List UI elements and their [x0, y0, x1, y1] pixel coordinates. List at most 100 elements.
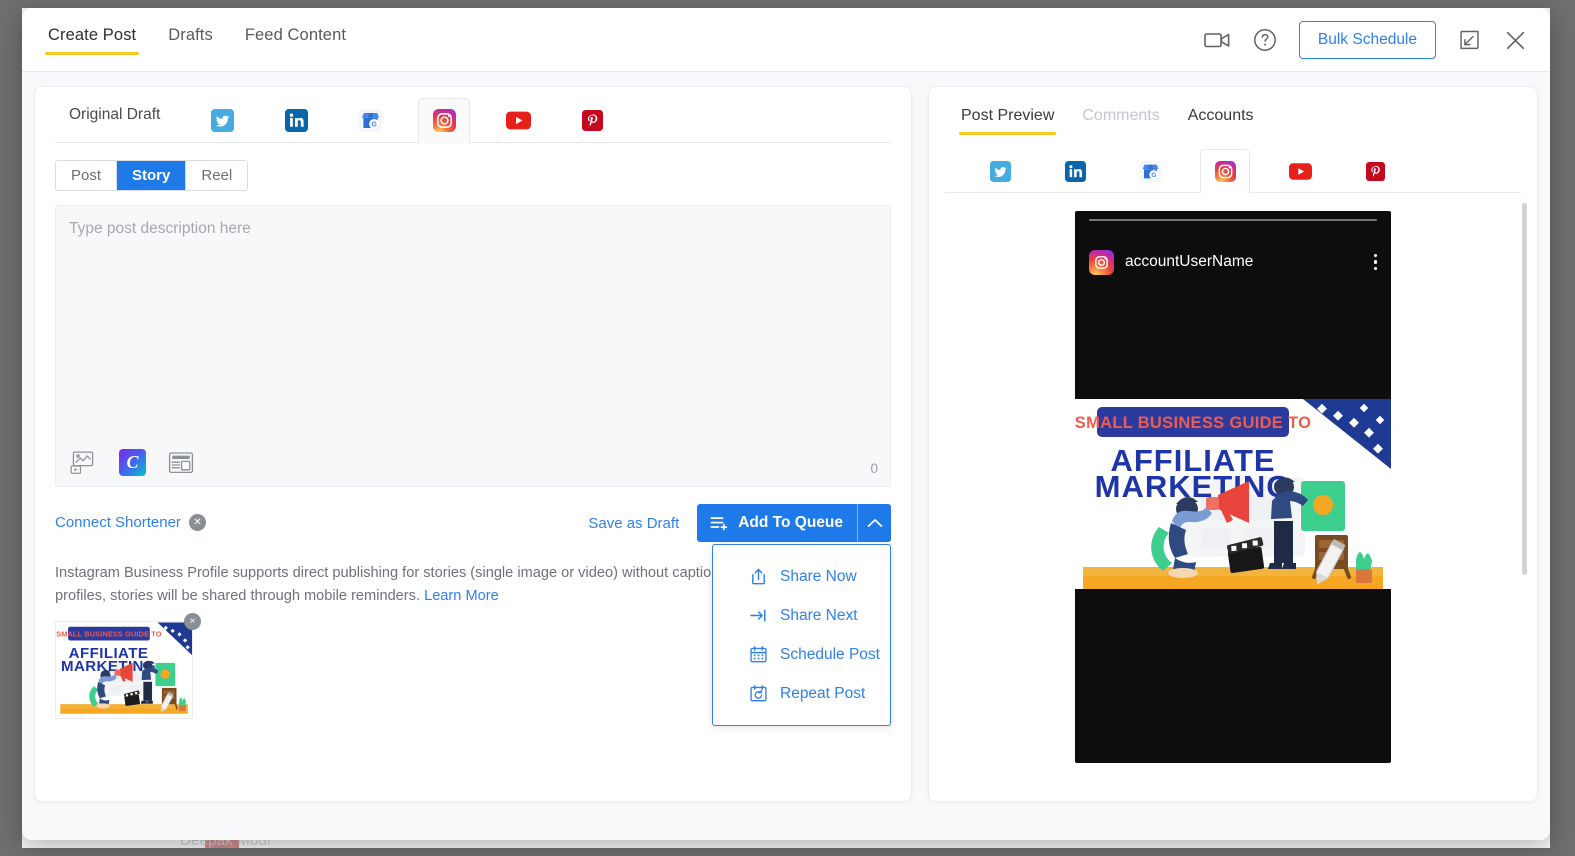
- tab-create-post[interactable]: Create Post: [32, 26, 152, 55]
- artwork-preview: SMALL BUSINESS GUIDE TO AFFILIATE MARKET…: [1075, 399, 1391, 589]
- calendar-repeat-icon: [749, 684, 768, 703]
- preview-profile-linkedin[interactable]: [1050, 149, 1100, 193]
- backdrop-bottom: [0, 848, 1575, 856]
- instagram-icon: [1089, 250, 1114, 275]
- linkedin-icon: [1065, 161, 1086, 182]
- story-account-username: accountUserName: [1125, 253, 1253, 271]
- connect-shortener-close-icon[interactable]: ✕: [189, 514, 206, 531]
- dropdown-item-schedule-post-label: Schedule Post: [780, 646, 880, 664]
- tab-accounts-label: Accounts: [1188, 107, 1254, 124]
- preview-profile-twitter[interactable]: [975, 149, 1025, 193]
- composer-profile-bar: Original Draft: [55, 87, 891, 143]
- dropdown-item-share-next-label: Share Next: [780, 607, 858, 625]
- bulk-schedule-button[interactable]: Bulk Schedule: [1299, 21, 1436, 59]
- tab-create-post-label: Create Post: [48, 26, 136, 44]
- youtube-icon: [1289, 163, 1312, 180]
- preview-profile-youtube[interactable]: [1275, 149, 1325, 193]
- story-bottom-spacer: [1075, 589, 1391, 763]
- composer-action-row: Connect Shortener ✕ Save as Draft Add To …: [55, 504, 891, 542]
- add-to-queue-button[interactable]: Add To Queue: [697, 504, 891, 542]
- twitter-icon: [990, 161, 1011, 182]
- queue-add-icon: [710, 515, 729, 532]
- learn-more-link[interactable]: Learn More: [424, 588, 499, 604]
- save-as-draft-button[interactable]: Save as Draft: [588, 515, 679, 532]
- dropdown-item-share-now[interactable]: Share Now: [713, 557, 890, 596]
- header-actions: Bulk Schedule: [1204, 8, 1528, 72]
- tab-feed-content[interactable]: Feed Content: [229, 26, 362, 55]
- youtube-icon: [506, 111, 531, 130]
- attachment-thumbnail[interactable]: SMALL BUSINESS GUIDE TO AFFILIATE MARKET…: [55, 621, 193, 719]
- note-line-1: Instagram Business Profile supports dire…: [55, 565, 809, 581]
- profile-tab-google-business[interactable]: G: [344, 98, 396, 144]
- google-business-icon: G: [359, 109, 382, 132]
- minimize-icon[interactable]: [1458, 29, 1481, 52]
- svg-text:SMALL BUSINESS GUIDE TO: SMALL BUSINESS GUIDE TO: [56, 630, 162, 639]
- story-preview-area: accountUserName: [929, 193, 1537, 765]
- media-upload-icon[interactable]: [70, 450, 97, 475]
- attachment-remove-icon[interactable]: ×: [184, 613, 201, 630]
- header-tabs: Create Post Drafts Feed Content: [32, 26, 362, 55]
- post-description-input[interactable]: Type post description here C: [55, 205, 891, 487]
- canva-icon[interactable]: C: [119, 449, 146, 476]
- dropdown-item-share-now-label: Share Now: [780, 568, 857, 586]
- preview-profile-pinterest[interactable]: [1350, 149, 1400, 193]
- profile-tab-linkedin[interactable]: [270, 98, 322, 144]
- dropdown-item-share-next[interactable]: Share Next: [713, 596, 890, 635]
- post-type-post[interactable]: Post: [56, 161, 117, 190]
- artwork-thumbnail: SMALL BUSINESS GUIDE TO AFFILIATE MARKET…: [56, 622, 192, 718]
- share-up-icon: [749, 567, 768, 586]
- story-progress-bar: [1089, 219, 1377, 221]
- preview-tabs: Post Preview Comments Accounts: [929, 87, 1537, 141]
- svg-text:G: G: [371, 122, 376, 129]
- video-camera-icon[interactable]: [1204, 30, 1231, 50]
- add-to-queue-label: Add To Queue: [738, 514, 843, 532]
- character-counter: 0: [870, 461, 878, 476]
- preview-profile-instagram[interactable]: [1200, 149, 1250, 193]
- dropdown-item-repeat-post[interactable]: Repeat Post: [713, 674, 890, 713]
- story-media: SMALL BUSINESS GUIDE TO AFFILIATE MARKET…: [1075, 399, 1391, 589]
- backdrop-top: [0, 0, 1575, 8]
- post-type-story[interactable]: Story: [117, 161, 186, 190]
- svg-text:G: G: [1151, 172, 1156, 179]
- profile-tab-twitter[interactable]: [196, 98, 248, 144]
- story-more-options-icon[interactable]: [1374, 254, 1378, 271]
- post-type-toggle: Post Story Reel: [55, 160, 248, 191]
- preview-scrollbar-thumb[interactable]: [1522, 203, 1527, 575]
- pinterest-icon: [582, 110, 603, 131]
- profile-tab-youtube[interactable]: [492, 98, 544, 144]
- close-icon[interactable]: [1503, 28, 1528, 53]
- create-post-modal: Create Post Drafts Feed Content: [22, 8, 1550, 840]
- linkedin-icon: [285, 109, 308, 132]
- profile-tab-pinterest[interactable]: [566, 98, 618, 144]
- tab-post-preview[interactable]: Post Preview: [947, 93, 1068, 135]
- post-type-reel[interactable]: Reel: [186, 161, 247, 190]
- tab-comments[interactable]: Comments: [1068, 93, 1173, 135]
- instagram-icon: [433, 109, 456, 132]
- dropdown-item-schedule-post[interactable]: Schedule Post: [713, 635, 890, 674]
- composer-panel: Original Draft: [34, 86, 912, 802]
- connect-shortener-label: Connect Shortener: [55, 514, 181, 531]
- post-description-placeholder: Type post description here: [69, 220, 251, 238]
- instagram-story-preview: accountUserName: [1075, 211, 1391, 763]
- dropdown-item-repeat-post-label: Repeat Post: [780, 685, 865, 703]
- tab-accounts[interactable]: Accounts: [1174, 93, 1268, 135]
- preview-panel: Post Preview Comments Accounts: [928, 86, 1538, 802]
- add-to-queue-main[interactable]: Add To Queue: [697, 504, 857, 542]
- tab-drafts[interactable]: Drafts: [152, 26, 229, 55]
- twitter-icon: [211, 109, 234, 132]
- preview-profile-bar: G: [945, 141, 1521, 193]
- preview-profile-google-business[interactable]: G: [1125, 149, 1175, 193]
- original-draft-label: Original Draft: [69, 106, 160, 124]
- help-circle-icon[interactable]: [1253, 28, 1277, 52]
- connect-shortener[interactable]: Connect Shortener ✕: [55, 514, 206, 532]
- attachment-thumbnail-wrapper: ×: [55, 621, 193, 719]
- template-icon[interactable]: [168, 451, 194, 475]
- add-to-queue-caret-icon[interactable]: [857, 504, 891, 542]
- composer-profile-tabs: G: [196, 87, 618, 143]
- tab-post-preview-label: Post Preview: [961, 107, 1054, 124]
- profile-tab-instagram[interactable]: [418, 98, 470, 144]
- queue-options-dropdown: Share Now Share Next: [712, 544, 891, 726]
- modal-body: Original Draft: [22, 72, 1550, 840]
- backdrop-left: [0, 0, 22, 856]
- arrow-right-bar-icon: [749, 606, 768, 625]
